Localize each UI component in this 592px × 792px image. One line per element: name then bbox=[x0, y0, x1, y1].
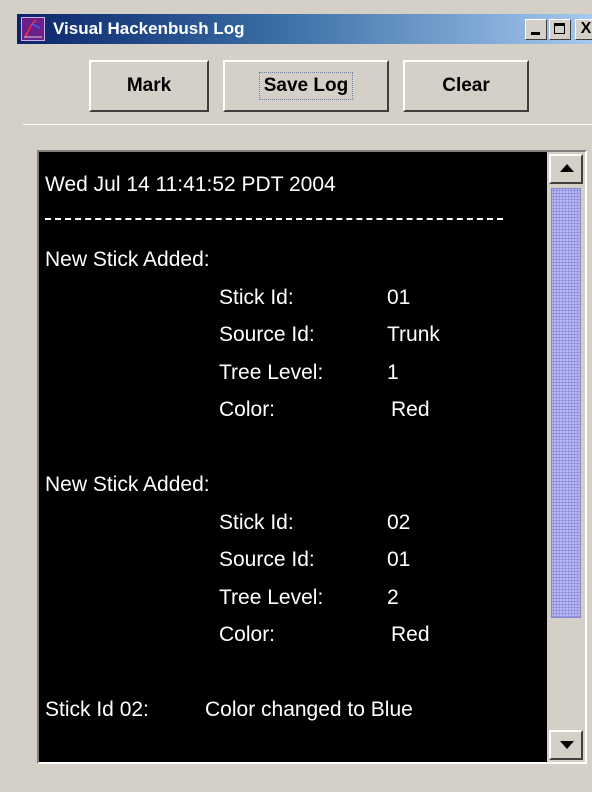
log-field-value: 2 bbox=[387, 585, 399, 609]
clear-button-label: Clear bbox=[442, 75, 490, 96]
log-field-row: Stick Id: 02 bbox=[45, 504, 541, 542]
arrow-up-icon bbox=[560, 164, 574, 172]
scroll-down-button[interactable] bbox=[549, 730, 583, 760]
clear-button[interactable]: Clear bbox=[403, 60, 529, 112]
log-change-prefix: Stick Id 02: bbox=[45, 698, 149, 721]
mark-button-label: Mark bbox=[126, 75, 172, 96]
log-field-row: Source Id: 01 bbox=[45, 541, 541, 579]
app-icon[interactable] bbox=[21, 17, 45, 41]
log-entry-heading: New Stick Added: bbox=[45, 473, 210, 496]
log-field-row: Stick Id: 01 bbox=[45, 279, 541, 317]
log-separator-line bbox=[45, 204, 541, 242]
mark-button[interactable]: Mark bbox=[89, 60, 209, 112]
close-button[interactable]: X bbox=[575, 19, 592, 40]
log-field-value: Trunk bbox=[387, 323, 440, 346]
log-field-row: Tree Level: 2 bbox=[45, 579, 541, 617]
save-log-button-label: Save Log bbox=[258, 72, 354, 100]
log-field-label: Tree Level: bbox=[219, 360, 324, 384]
log-field-value: Red bbox=[391, 623, 430, 646]
log-text-area[interactable]: Wed Jul 14 11:41:52 PDT 2004 New Stick A… bbox=[45, 166, 541, 729]
log-field-value: 1 bbox=[387, 360, 399, 384]
window-bottom-edge bbox=[3, 772, 592, 792]
log-blank-line bbox=[45, 654, 541, 692]
log-field-value: Red bbox=[391, 398, 430, 421]
arrow-down-icon bbox=[560, 741, 574, 749]
log-field-label: Color: bbox=[219, 623, 276, 646]
vertical-scrollbar[interactable] bbox=[547, 152, 585, 762]
maximize-button[interactable] bbox=[549, 19, 571, 40]
close-icon: X bbox=[580, 20, 592, 37]
log-field-row: Source Id: Trunk bbox=[45, 316, 541, 354]
scroll-thumb[interactable] bbox=[551, 188, 581, 618]
log-field-value: 02 bbox=[387, 510, 411, 534]
log-field-label: Source Id: bbox=[219, 548, 315, 571]
log-change-text: Color changed to Blue bbox=[205, 698, 413, 721]
log-field-row: Color: Red bbox=[45, 616, 541, 654]
log-change-line: Stick Id 02: Color changed to Blue bbox=[45, 691, 541, 729]
title-bar[interactable]: Visual Hackenbush Log X bbox=[17, 14, 592, 44]
log-field-value: 01 bbox=[387, 285, 411, 309]
log-field-label: Tree Level: bbox=[219, 585, 324, 609]
window-title: Visual Hackenbush Log bbox=[53, 19, 245, 38]
save-log-button[interactable]: Save Log bbox=[223, 60, 389, 112]
log-blank-line bbox=[45, 429, 541, 467]
log-timestamp: Wed Jul 14 11:41:52 PDT 2004 bbox=[45, 173, 336, 196]
log-entry-heading: New Stick Added: bbox=[45, 248, 210, 271]
log-field-value: 01 bbox=[387, 548, 411, 571]
log-field-label: Stick Id: bbox=[219, 285, 294, 309]
maximize-icon bbox=[554, 23, 565, 34]
log-field-label: Source Id: bbox=[219, 323, 315, 346]
minimize-button[interactable] bbox=[525, 19, 547, 40]
scroll-up-button[interactable] bbox=[549, 154, 583, 184]
log-field-label: Color: bbox=[219, 398, 276, 421]
toolbar-divider bbox=[23, 124, 592, 125]
log-field-row: Tree Level: 1 bbox=[45, 354, 541, 392]
log-scroll-pane[interactable]: Wed Jul 14 11:41:52 PDT 2004 New Stick A… bbox=[37, 150, 587, 764]
log-field-row: Color: Red bbox=[45, 391, 541, 429]
log-window: Visual Hackenbush Log X Mark Save Log Cl… bbox=[0, 0, 592, 792]
log-field-label: Stick Id: bbox=[219, 510, 294, 534]
minimize-icon bbox=[531, 32, 540, 35]
